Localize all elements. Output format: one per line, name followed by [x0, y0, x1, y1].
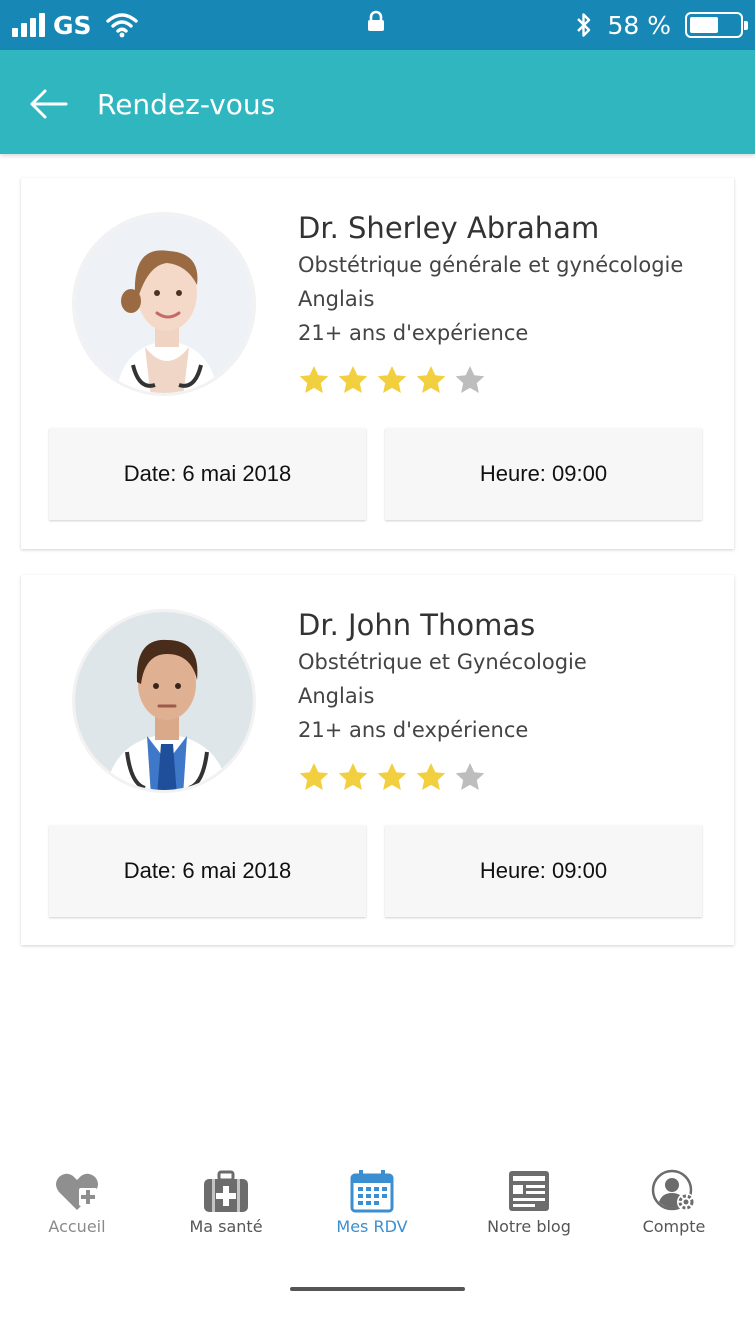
heart-plus-icon	[56, 1173, 98, 1210]
rating-stars	[298, 761, 587, 793]
bluetooth-icon	[577, 13, 591, 37]
bottom-navigation: Accueil Ma santé Mes RDV Notre blog Comp…	[0, 1168, 755, 1248]
page-title: Rendez-vous	[97, 88, 276, 121]
app-bar: Rendez-vous	[0, 50, 755, 154]
star-filled-icon	[299, 366, 329, 393]
nav-mes-rdv[interactable]: Mes RDV	[297, 1168, 447, 1236]
star-filled-icon	[299, 763, 329, 790]
nav-label: Notre blog	[487, 1217, 571, 1236]
doctor-info: Dr. John Thomas Obstétrique et Gynécolog…	[298, 605, 587, 793]
star-filled-icon	[416, 763, 446, 790]
nav-label: Accueil	[48, 1217, 106, 1236]
doctor-specialty: Obstétrique générale et gynécologie	[298, 253, 684, 277]
medical-kit-icon	[204, 1170, 248, 1212]
battery-percentage: 58 %	[607, 10, 671, 40]
calendar-icon	[350, 1170, 394, 1213]
carrier-name: GS	[53, 10, 92, 40]
doctor-experience: 21+ ans d'expérience	[298, 718, 529, 742]
appointment-time: Heure: 09:00	[385, 428, 702, 520]
doctor-avatar	[72, 212, 256, 396]
wifi-icon	[105, 13, 138, 38]
doctor-info: Dr. Sherley Abraham Obstétrique générale…	[298, 208, 683, 396]
doctor-avatar	[72, 609, 256, 793]
appointment-card[interactable]: Dr. John Thomas Obstétrique et Gynécolog…	[21, 575, 734, 945]
star-filled-icon	[416, 366, 446, 393]
nav-label: Ma santé	[189, 1217, 263, 1236]
lock-icon	[368, 10, 384, 31]
star-filled-icon	[338, 763, 368, 790]
nav-label: Mes RDV	[336, 1217, 408, 1236]
doctor-language: Anglais	[298, 684, 375, 708]
star-empty-icon	[455, 366, 485, 393]
doctor-specialty: Obstétrique et Gynécologie	[298, 650, 587, 674]
nav-ma-sante[interactable]: Ma santé	[151, 1168, 301, 1236]
arrow-left-icon	[30, 89, 68, 119]
battery-icon	[685, 12, 748, 38]
star-filled-icon	[377, 763, 407, 790]
nav-label: Compte	[642, 1217, 706, 1236]
nav-accueil[interactable]: Accueil	[2, 1168, 152, 1236]
signal-icon	[12, 13, 45, 37]
home-indicator[interactable]	[290, 1287, 465, 1291]
star-filled-icon	[377, 366, 407, 393]
status-bar: GS 58 %	[0, 0, 755, 50]
back-button[interactable]	[28, 84, 76, 124]
doctor-name: Dr. Sherley Abraham	[298, 211, 600, 245]
star-empty-icon	[455, 763, 485, 790]
doctor-experience: 21+ ans d'expérience	[298, 321, 529, 345]
rating-stars	[298, 364, 683, 396]
appointment-list: Dr. Sherley Abraham Obstétrique générale…	[21, 178, 734, 971]
nav-compte[interactable]: Compte	[599, 1168, 749, 1236]
doctor-language: Anglais	[298, 287, 375, 311]
nav-notre-blog[interactable]: Notre blog	[454, 1168, 604, 1236]
doctor-name: Dr. John Thomas	[298, 608, 536, 642]
account-settings-icon	[651, 1169, 695, 1211]
appointment-time: Heure: 09:00	[385, 825, 702, 917]
appointment-date: Date: 6 mai 2018	[49, 428, 366, 520]
star-filled-icon	[338, 366, 368, 393]
appointment-card[interactable]: Dr. Sherley Abraham Obstétrique générale…	[21, 178, 734, 549]
appointment-date: Date: 6 mai 2018	[49, 825, 366, 917]
blog-icon	[509, 1171, 549, 1211]
